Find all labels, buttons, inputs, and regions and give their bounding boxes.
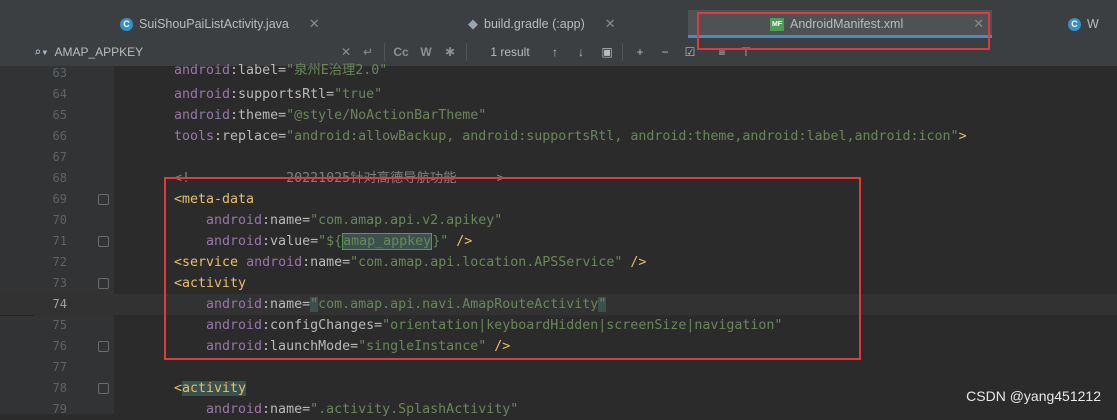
java-class-icon: C bbox=[120, 17, 133, 31]
open-in-window-icon[interactable]: ≡ bbox=[712, 38, 732, 66]
code-line: 73 <activity bbox=[0, 273, 1117, 294]
filter-icon[interactable]: ⊤ bbox=[736, 38, 756, 66]
line-number: 72 bbox=[52, 255, 67, 269]
fold-icon[interactable] bbox=[98, 236, 109, 247]
attr-value: ".activity.SplashActivity" bbox=[310, 402, 519, 417]
hidden-tab-row bbox=[0, 0, 1117, 10]
tab-label: build.gradle (:app) bbox=[484, 17, 585, 31]
result-count: 1 result bbox=[490, 45, 530, 59]
separator bbox=[384, 43, 385, 61]
gradle-elephant-icon: ◆ bbox=[468, 16, 478, 31]
line-number: 71 bbox=[52, 234, 67, 248]
watermark: CSDN @yang451212 bbox=[966, 388, 1101, 404]
code-line: 63 android:label="泉州E治理2.0" bbox=[0, 63, 1117, 84]
attr-value: "com.amap.api.v2.apikey" bbox=[310, 213, 503, 228]
attr-value: }" bbox=[432, 234, 449, 249]
search-match-highlight: amap_appkey bbox=[342, 233, 433, 250]
separator bbox=[622, 43, 623, 61]
attr-value: "singleInstance" bbox=[358, 339, 487, 354]
match-case-button[interactable]: Cc bbox=[390, 38, 412, 66]
line-number: 65 bbox=[52, 108, 67, 122]
whole-words-button[interactable]: W bbox=[416, 38, 436, 66]
code-line: 72 <service android:name="com.amap.api.l… bbox=[0, 252, 1117, 273]
next-occurrence-icon[interactable]: ↓ bbox=[572, 38, 590, 66]
code-line: 70 android:name="com.amap.api.v2.apikey" bbox=[0, 210, 1117, 231]
remove-selection-icon[interactable]: − bbox=[655, 38, 675, 66]
code-line: 78 <activity bbox=[0, 378, 1117, 399]
editor-tab-bar: C SuiShouPaiListActivity.java ✕ ◆ build.… bbox=[0, 10, 1117, 39]
code-line: 75 android:configChanges="orientation|ke… bbox=[0, 315, 1117, 336]
tab-build-gradle[interactable]: ◆ build.gradle (:app) ✕ bbox=[462, 10, 690, 38]
tab-label: SuiShouPaiListActivity.java bbox=[139, 17, 289, 31]
code-line: 66 tools:replace="android:allowBackup, a… bbox=[0, 126, 1117, 147]
line-number: 77 bbox=[52, 360, 67, 374]
fold-icon[interactable] bbox=[98, 278, 109, 289]
tab-label: W bbox=[1087, 17, 1099, 31]
tab-label: AndroidManifest.xml bbox=[790, 17, 904, 31]
line-number: 63 bbox=[52, 66, 67, 80]
tab-androidmanifest[interactable]: MF AndroidManifest.xml ✕ bbox=[688, 10, 992, 38]
line-number: 68 bbox=[52, 171, 67, 185]
line-number: 78 bbox=[52, 381, 67, 395]
comment: <!-- 20221025针对高德导航功能 --> bbox=[174, 171, 505, 186]
code-line-current: 74 android:name="com.amap.api.navi.AmapR… bbox=[0, 294, 1117, 315]
select-all-occurrences-icon[interactable]: ▣ bbox=[598, 38, 616, 66]
java-class-icon: C bbox=[1068, 17, 1081, 31]
code-line: 79 android:name=".activity.SplashActivit… bbox=[0, 399, 1117, 420]
attr-value: "com.amap.api.location.APSService" bbox=[350, 255, 623, 270]
code-line: 77 bbox=[0, 357, 1117, 378]
close-icon[interactable]: ✕ bbox=[605, 16, 616, 32]
close-icon[interactable]: ✕ bbox=[309, 16, 320, 32]
attr-value: "orientation|keyboardHidden|screenSize|n… bbox=[382, 318, 783, 333]
tab-suishoupailistactivity[interactable]: C SuiShouPaiListActivity.java ✕ bbox=[112, 10, 350, 38]
close-icon[interactable]: ✕ bbox=[973, 16, 984, 32]
line-number: 67 bbox=[52, 150, 67, 164]
line-number: 79 bbox=[52, 402, 67, 416]
attr-value: com.amap.api.navi.AmapRouteActivity bbox=[318, 297, 599, 312]
line-number: 74 bbox=[52, 297, 67, 311]
line-number: 66 bbox=[52, 129, 67, 143]
code-line: 69 <meta-data bbox=[0, 189, 1117, 210]
separator bbox=[466, 43, 467, 61]
attr-value: "true" bbox=[334, 87, 383, 102]
attr-value: "泉州E治理2.0" bbox=[286, 63, 388, 78]
search-input[interactable] bbox=[52, 44, 317, 60]
xml-manifest-icon: MF bbox=[770, 17, 784, 31]
line-number: 69 bbox=[52, 192, 67, 206]
attr-value: "${ bbox=[318, 234, 343, 249]
select-all-occurrences-check-icon[interactable]: ☑ bbox=[680, 38, 700, 66]
tab-overflow[interactable]: C W bbox=[1062, 10, 1117, 38]
regex-icon[interactable]: ✱ bbox=[440, 38, 460, 66]
code-line: 68 <!-- 20221025针对高德导航功能 --> bbox=[0, 168, 1117, 189]
fold-icon[interactable] bbox=[98, 383, 109, 394]
line-number: 73 bbox=[52, 276, 67, 290]
line-number: 76 bbox=[52, 339, 67, 353]
attr-value: "android:allowBackup, android:supportsRt… bbox=[286, 129, 959, 144]
code-line: 64 android:supportsRtl="true" bbox=[0, 84, 1117, 105]
line-number: 64 bbox=[52, 87, 67, 101]
code-line: 71 android:value="${amap_appkey}" /> bbox=[0, 231, 1117, 252]
line-number: 70 bbox=[52, 213, 67, 227]
attr-value: "@style/NoActionBarTheme" bbox=[286, 108, 487, 123]
line-number: 75 bbox=[52, 318, 67, 332]
search-icon[interactable]: ⌕▾ bbox=[34, 45, 48, 59]
code-line: 65 android:theme="@style/NoActionBarThem… bbox=[0, 105, 1117, 126]
code-line: 76 android:launchMode="singleInstance" /… bbox=[0, 336, 1117, 357]
add-selection-icon[interactable]: + bbox=[630, 38, 650, 66]
fold-icon[interactable] bbox=[98, 194, 109, 205]
previous-occurrence-icon[interactable]: ↑ bbox=[546, 38, 564, 66]
code-line: 67 bbox=[0, 147, 1117, 168]
fold-icon[interactable] bbox=[98, 341, 109, 352]
